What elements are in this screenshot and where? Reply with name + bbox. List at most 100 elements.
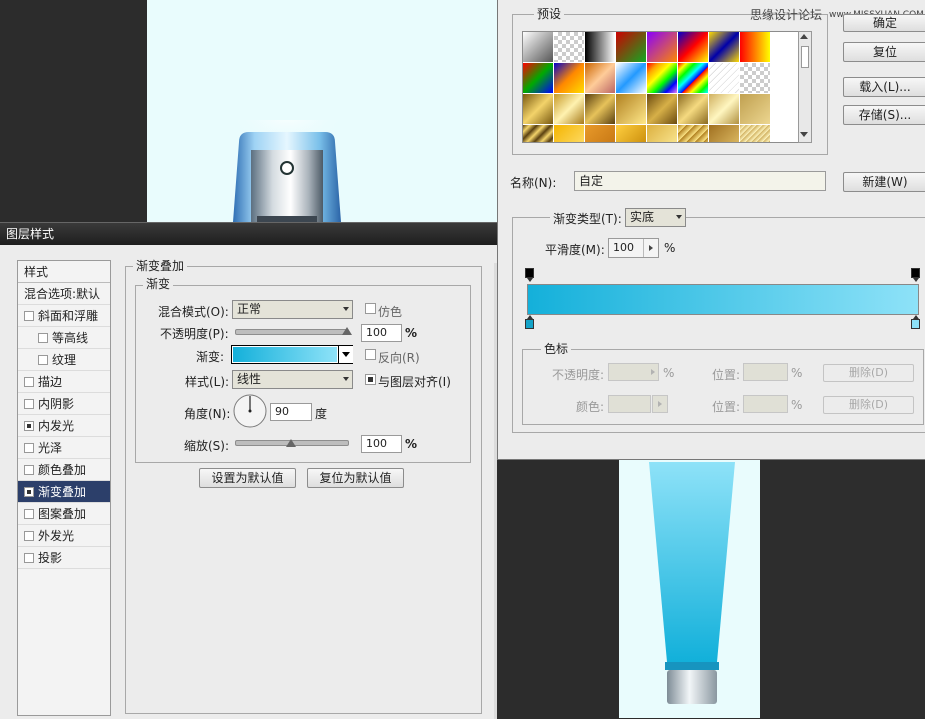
- name-input[interactable]: 自定: [574, 171, 826, 191]
- preset-swatch[interactable]: [554, 32, 585, 63]
- sidebar-item-checkbox[interactable]: [24, 376, 34, 387]
- blend-mode-select[interactable]: 正常: [232, 300, 353, 319]
- preset-swatch[interactable]: [616, 32, 647, 63]
- preset-swatch[interactable]: [740, 63, 771, 94]
- opacity-stop-left[interactable]: [525, 268, 534, 282]
- preset-swatch[interactable]: [585, 94, 616, 125]
- scale-input[interactable]: 100: [361, 435, 402, 453]
- sidebar-item-checkbox[interactable]: [24, 398, 34, 409]
- preset-swatch[interactable]: [585, 32, 616, 63]
- presets-grid[interactable]: [522, 31, 810, 143]
- sidebar-item-checkbox[interactable]: [24, 310, 34, 321]
- preset-swatch[interactable]: [554, 125, 585, 142]
- preset-swatch[interactable]: [585, 63, 616, 94]
- sidebar-item[interactable]: 内发光: [18, 415, 110, 437]
- preset-swatch[interactable]: [647, 94, 678, 125]
- save-button[interactable]: 存储(S)...: [843, 105, 925, 125]
- opacity-input[interactable]: 100: [361, 324, 402, 342]
- preset-swatch[interactable]: [678, 63, 709, 94]
- preset-swatch[interactable]: [647, 125, 678, 142]
- gradient-preview[interactable]: [233, 347, 337, 362]
- layer-style-dialog: 图层样式 样式 混合选项:默认 斜面和浮雕 等高线 纹理 描边 内阴影 内发光 光泽 颜色叠加渐…: [0, 222, 497, 719]
- load-button[interactable]: 载入(L)...: [843, 77, 925, 97]
- scroll-down-icon[interactable]: [800, 132, 808, 137]
- preset-swatch[interactable]: [647, 32, 678, 63]
- preset-swatch[interactable]: [554, 63, 585, 94]
- preset-swatch[interactable]: [616, 63, 647, 94]
- sidebar-item-checkbox[interactable]: [24, 442, 34, 453]
- sidebar-item-checkbox[interactable]: [24, 464, 34, 475]
- preset-swatch[interactable]: [740, 94, 771, 125]
- presets-scrollbar[interactable]: [798, 31, 812, 143]
- preset-swatch[interactable]: [678, 94, 709, 125]
- angle-dial[interactable]: [232, 393, 268, 429]
- gradient-dropdown-button[interactable]: [338, 346, 353, 363]
- sidebar-item-checkbox[interactable]: [24, 420, 34, 431]
- sidebar-item-checkbox[interactable]: [38, 354, 48, 365]
- preset-swatch[interactable]: [523, 63, 554, 94]
- preset-swatch[interactable]: [523, 94, 554, 125]
- smooth-stepper[interactable]: [643, 239, 658, 257]
- opacity-slider-thumb[interactable]: [342, 327, 352, 335]
- sidebar-item-checkbox[interactable]: [24, 552, 34, 563]
- preset-swatch[interactable]: [709, 63, 740, 94]
- sidebar-item[interactable]: 颜色叠加: [18, 459, 110, 481]
- sidebar-item-checkbox[interactable]: [24, 530, 34, 541]
- preset-swatch[interactable]: [740, 125, 771, 142]
- smooth-unit: %: [664, 241, 676, 255]
- scroll-thumb[interactable]: [801, 46, 809, 68]
- preset-swatch[interactable]: [647, 63, 678, 94]
- angle-unit: 度: [315, 407, 328, 421]
- scroll-up-icon[interactable]: [800, 34, 808, 39]
- preset-swatch[interactable]: [554, 94, 585, 125]
- sidebar-item[interactable]: 纹理: [18, 349, 110, 371]
- sidebar-item[interactable]: 内阴影: [18, 393, 110, 415]
- preset-swatch[interactable]: [709, 32, 740, 63]
- reset-button[interactable]: 复位: [843, 42, 925, 62]
- new-button[interactable]: 新建(W): [843, 172, 925, 192]
- sidebar-item[interactable]: 光泽: [18, 437, 110, 459]
- gradient-picker[interactable]: [231, 345, 353, 364]
- reverse-checkbox[interactable]: [365, 349, 376, 360]
- sidebar-item[interactable]: 等高线: [18, 327, 110, 349]
- sidebar-item[interactable]: 斜面和浮雕: [18, 305, 110, 327]
- preset-swatch[interactable]: [616, 125, 647, 142]
- color-stop-left[interactable]: [525, 315, 534, 329]
- sidebar-item[interactable]: 混合选项:默认: [18, 283, 110, 305]
- sidebar-item-checkbox[interactable]: [24, 508, 34, 519]
- set-default-button[interactable]: 设置为默认值: [199, 468, 296, 488]
- scale-slider-thumb[interactable]: [286, 439, 296, 447]
- dither-checkbox[interactable]: [365, 303, 376, 314]
- preset-swatch[interactable]: [585, 125, 616, 142]
- sidebar-item-checkbox[interactable]: [38, 332, 48, 343]
- angle-input[interactable]: 90: [270, 403, 312, 421]
- sidebar-item[interactable]: 渐变叠加: [18, 481, 110, 503]
- sidebar-item-checkbox[interactable]: [24, 486, 34, 497]
- preset-swatch[interactable]: [740, 32, 771, 63]
- preset-swatch[interactable]: [523, 32, 554, 63]
- preset-swatch[interactable]: [709, 125, 740, 142]
- type-select[interactable]: 实底: [625, 208, 686, 227]
- opacity-slider[interactable]: [235, 329, 349, 335]
- preset-swatch[interactable]: [616, 94, 647, 125]
- sidebar-item[interactable]: 描边: [18, 371, 110, 393]
- delete-color-stop-button: 删除(D): [823, 396, 914, 414]
- color-stop-right[interactable]: [911, 315, 920, 329]
- sidebar-header[interactable]: 样式: [18, 261, 110, 283]
- preset-swatch[interactable]: [678, 32, 709, 63]
- sidebar-item[interactable]: 图案叠加: [18, 503, 110, 525]
- smooth-input[interactable]: 100: [608, 238, 659, 258]
- reset-default-button[interactable]: 复位为默认值: [307, 468, 404, 488]
- preset-swatch[interactable]: [678, 125, 709, 142]
- ok-button[interactable]: 确定: [843, 14, 925, 32]
- preset-swatch[interactable]: [523, 125, 554, 142]
- align-with-layer-checkbox[interactable]: [365, 374, 376, 385]
- stop-opacity-unit: %: [663, 366, 675, 380]
- gradient-bar[interactable]: [527, 284, 919, 315]
- sidebar-item-label: 斜面和浮雕: [38, 309, 99, 323]
- preset-swatch[interactable]: [709, 94, 740, 125]
- opacity-stop-right[interactable]: [911, 268, 920, 282]
- sidebar-item[interactable]: 投影: [18, 547, 110, 569]
- sidebar-item[interactable]: 外发光: [18, 525, 110, 547]
- style-select[interactable]: 线性: [232, 370, 353, 389]
